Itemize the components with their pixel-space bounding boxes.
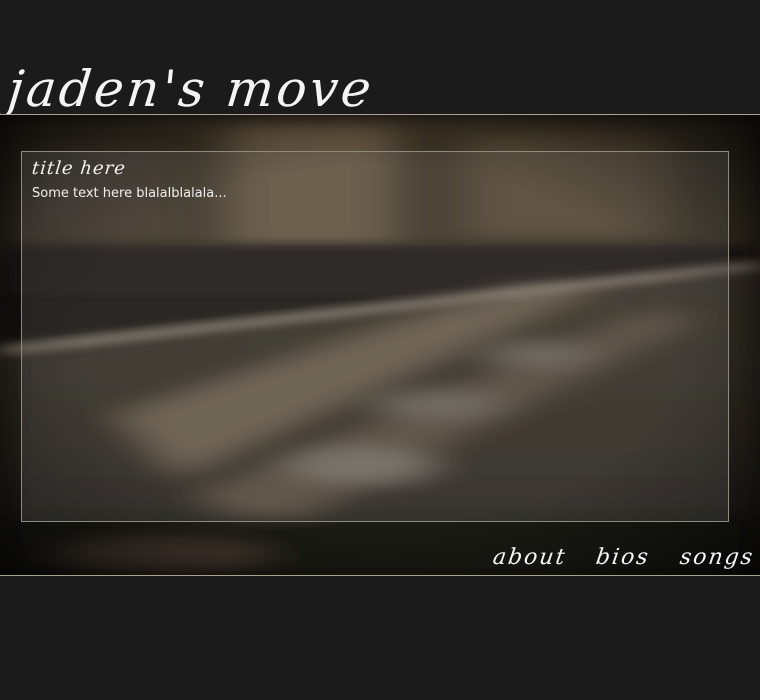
bottom-divider [0, 575, 760, 576]
nav-songs-link[interactable]: songs [678, 545, 756, 570]
nav-bios-link[interactable]: bios [595, 545, 652, 570]
content-text: Some text here blalalblalala... [32, 186, 227, 201]
page: jaden's move title here Some text here b… [0, 0, 760, 700]
content-panel: title here Some text here blalalblalala.… [21, 151, 729, 522]
main-nav: about bios songs [491, 545, 756, 570]
nav-about-link[interactable]: about [491, 545, 568, 570]
site-title: jaden's move [4, 60, 377, 118]
content-title: title here [30, 158, 127, 179]
